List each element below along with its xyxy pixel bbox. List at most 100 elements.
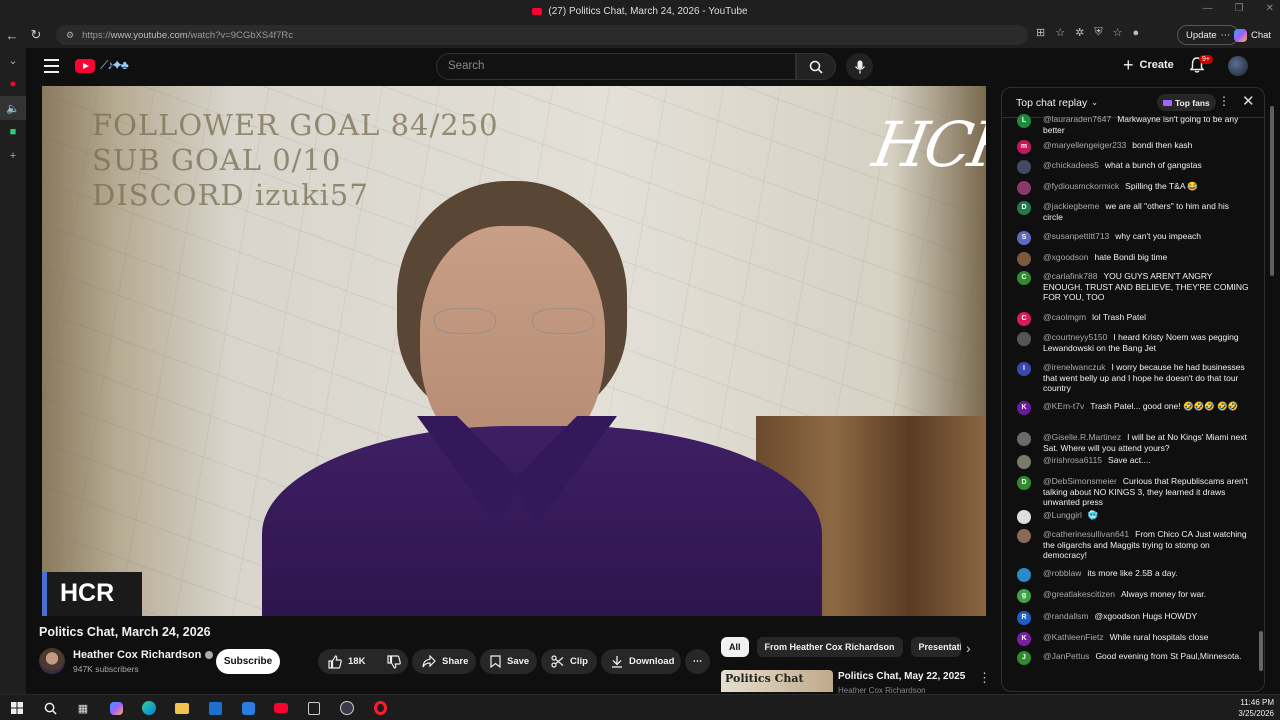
chat-avatar[interactable] (1017, 529, 1031, 543)
chat-author[interactable]: @xgoodson (1043, 252, 1089, 262)
close-chat-icon[interactable]: ✕ (1242, 92, 1255, 110)
page-scrollbar[interactable] (1268, 86, 1276, 694)
refresh-icon[interactable]: ↻ (24, 24, 48, 46)
chat-message[interactable]: D @DebSimonsmeier Curious that Republiscam… (1017, 476, 1249, 508)
close-window-icon[interactable]: ✕ (1266, 3, 1274, 14)
chat-author[interactable]: @irenelwanczuk (1043, 362, 1106, 372)
chat-author[interactable]: @lauraraden7647 (1043, 114, 1111, 124)
copilot-chat-button[interactable]: Chat (1234, 25, 1271, 45)
channel-name-link[interactable]: Heather Cox Richardson (73, 649, 214, 661)
clip-button[interactable]: Clip (541, 649, 597, 674)
calculator-icon[interactable] (303, 699, 325, 717)
edge-browser-icon[interactable] (138, 699, 160, 717)
back-icon[interactable]: ← (0, 24, 24, 46)
chat-author[interactable]: @Giselle.R.Martinez (1043, 432, 1121, 442)
account-avatar[interactable] (1228, 56, 1248, 76)
chat-avatar[interactable] (1017, 455, 1031, 469)
chat-author[interactable]: @Lunggirl (1043, 510, 1082, 520)
chip-all[interactable]: All (721, 637, 749, 657)
taskbar-clock[interactable]: 11:46 PM 3/25/2026 (1238, 697, 1274, 719)
chat-message[interactable]: @catherinesullivan641 From Chico CA Just … (1017, 529, 1249, 561)
subscribe-button[interactable]: Subscribe (216, 649, 280, 674)
chat-message[interactable]: m @maryellengeiger233 bondi then kash (1017, 140, 1249, 154)
chat-author[interactable]: @fydiousmckormick (1043, 181, 1119, 191)
thumbs-up-icon[interactable] (328, 654, 342, 669)
search-icon[interactable] (39, 699, 61, 717)
tab-youtube-icon[interactable]: ● (0, 72, 26, 96)
chat-author[interactable]: @susanpettitt713 (1043, 231, 1109, 241)
chat-avatar[interactable] (1017, 181, 1031, 195)
chat-avatar[interactable] (1017, 332, 1031, 346)
chat-author[interactable]: @robblaw (1043, 568, 1081, 578)
chat-mode-dropdown[interactable]: Top chat replay (1016, 97, 1087, 109)
chevron-right-icon[interactable]: › (966, 640, 971, 656)
chat-avatar[interactable]: S (1017, 231, 1031, 245)
video-player[interactable]: FOLLOWER GOAL 84/250 SUB GOAL 0/10 DISCO… (42, 86, 986, 616)
recommended-title[interactable]: Politics Chat, May 22, 2025 (838, 671, 965, 682)
chat-author[interactable]: @jackiegbeme (1043, 201, 1099, 211)
speaker-icon[interactable]: 🔈 (0, 96, 26, 120)
create-button[interactable]: + Create (1123, 56, 1174, 74)
chat-message[interactable]: @courtneyy5150 I heard Kristy Noem was pe… (1017, 332, 1249, 353)
recommended-more-icon[interactable]: ⋮ (978, 670, 991, 686)
steam-icon[interactable] (336, 699, 358, 717)
download-button[interactable]: Download (601, 649, 681, 674)
chat-message[interactable]: K @KEm-t7v Trash Patel... good one! 🤣🤣🤣 🤣🤣 (1017, 401, 1249, 415)
chat-author[interactable]: @randallsm (1043, 611, 1088, 621)
chat-author[interactable]: @DebSimonsmeier (1043, 476, 1117, 486)
chat-author[interactable]: @irishrosa6115 (1043, 455, 1102, 465)
chat-avatar[interactable]: m (1017, 140, 1031, 154)
chat-message[interactable]: @chickadees5 what a bunch of gangstas (1017, 160, 1249, 174)
voice-search-button[interactable] (846, 53, 873, 80)
chat-avatar[interactable] (1017, 160, 1031, 174)
chat-avatar[interactable] (1017, 432, 1031, 446)
chip-presentations[interactable]: Presentati (910, 637, 961, 657)
chat-author[interactable]: @JanPettus (1043, 651, 1089, 661)
chat-author[interactable]: @caolmgm (1043, 312, 1086, 322)
opera-icon[interactable] (369, 699, 391, 717)
chat-avatar[interactable]: J (1017, 651, 1031, 665)
chip-from-channel[interactable]: From Heather Cox Richardson (756, 637, 903, 657)
more-actions-button[interactable]: ⋯ (685, 649, 710, 674)
chat-avatar[interactable] (1017, 510, 1031, 524)
app-install-icon[interactable]: ⊞ (1036, 26, 1045, 39)
chat-message[interactable]: C @caolmgm lol Trash Patel (1017, 312, 1249, 326)
chat-more-icon[interactable]: ⋮ (1218, 94, 1230, 108)
url-field[interactable]: ⚙ https://www.youtube.com/watch?v=9CGbXS… (56, 25, 1028, 45)
outlook-icon[interactable] (237, 699, 259, 717)
site-info-icon[interactable]: ⚙ (66, 30, 74, 41)
task-view-icon[interactable]: ▦ (72, 699, 94, 717)
chat-message[interactable]: @Giselle.R.Martinez I will be at No Kings… (1017, 432, 1249, 453)
profile-icon[interactable]: ● (1132, 27, 1139, 39)
chat-message[interactable]: L @lauraraden7647 Markwayne isn't going to… (1017, 114, 1249, 135)
chat-scrollbar[interactable] (1259, 631, 1263, 671)
chat-message[interactable]: K @KathleenFietz While rural hospitals clo… (1017, 632, 1249, 646)
chat-message[interactable]: R @randallsm @xgoodson Hugs HOWDY (1017, 611, 1249, 625)
chat-message[interactable]: I @irenelwanczuk I worry because he had bu… (1017, 362, 1249, 394)
chat-author[interactable]: @carlafink788 (1043, 271, 1097, 281)
store-icon[interactable] (204, 699, 226, 717)
like-count[interactable]: 18K (348, 656, 365, 667)
chat-avatar[interactable] (1017, 568, 1031, 582)
search-button[interactable] (796, 53, 836, 80)
save-button[interactable]: Save (480, 649, 537, 674)
extension-green-icon[interactable]: ■ (0, 120, 26, 144)
chat-message[interactable]: @fydiousmckormick Spilling the T&A 😂 (1017, 181, 1249, 195)
chevron-down-icon[interactable]: ⌄ (0, 48, 26, 72)
add-tab-icon[interactable]: + (0, 144, 26, 168)
top-fans-button[interactable]: Top fans (1157, 94, 1216, 111)
youtube-doodle-icon[interactable]: ⟋♪✦♣ (100, 58, 129, 73)
chat-author[interactable]: @courtneyy5150 (1043, 332, 1107, 342)
search-input[interactable]: Search (436, 53, 796, 80)
chat-message[interactable]: J @JanPettus Good evening from St Paul,Min… (1017, 651, 1249, 665)
chat-author[interactable]: @greatlakescitizen (1043, 589, 1115, 599)
chat-avatar[interactable]: K (1017, 401, 1031, 415)
collections-icon[interactable]: ☆ (1113, 26, 1123, 39)
share-button[interactable]: Share (412, 649, 476, 674)
chat-avatar[interactable] (1017, 252, 1031, 266)
chat-message[interactable]: g @greatlakescitizen Always money for war. (1017, 589, 1249, 603)
windows-start-icon[interactable] (6, 699, 28, 717)
file-explorer-icon[interactable] (171, 699, 193, 717)
chat-message[interactable]: @robblaw its more like 2.5B a day. (1017, 568, 1249, 582)
recommended-thumbnail[interactable]: Politics Chat (721, 670, 833, 692)
